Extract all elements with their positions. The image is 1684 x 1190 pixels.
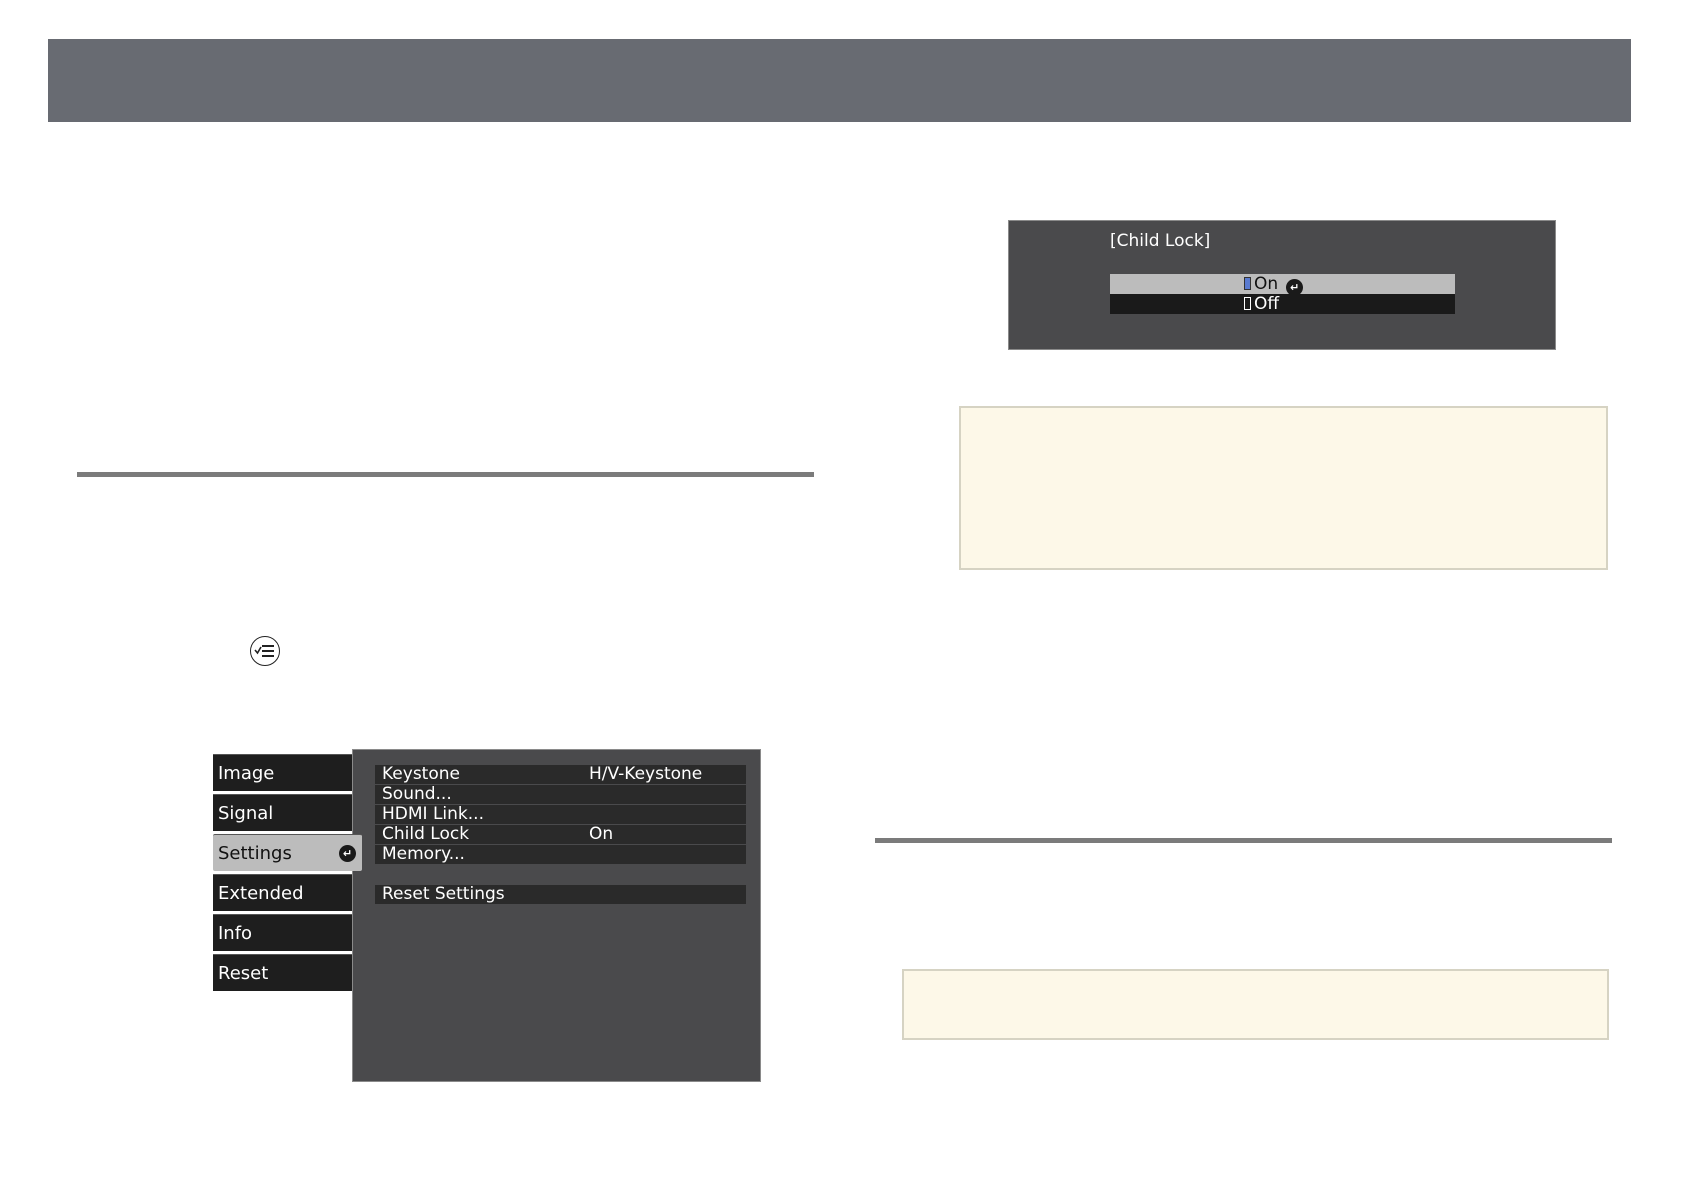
- option-label: On: [1254, 274, 1279, 294]
- tab-label: Image: [218, 763, 275, 784]
- menu-item-label: Child Lock: [382, 824, 470, 844]
- tab-label: Signal: [218, 803, 274, 824]
- menu-item-reset-settings[interactable]: Reset Settings: [375, 885, 746, 904]
- tab-label: Info: [218, 923, 253, 944]
- radio-selected-icon: [1244, 277, 1251, 290]
- tab-label: Settings: [218, 843, 292, 864]
- radio-unselected-icon: [1244, 297, 1251, 310]
- menu-item-memory[interactable]: Memory...: [375, 845, 746, 864]
- menu-item-hdmi-link[interactable]: HDMI Link...: [375, 805, 746, 824]
- tab-image[interactable]: Image: [213, 754, 352, 791]
- note-box: [902, 969, 1609, 1040]
- menu-item-keystone[interactable]: Keystone H/V-Keystone: [375, 765, 746, 784]
- menu-item-label: Sound...: [382, 784, 452, 804]
- header-bar: [48, 39, 1631, 122]
- enter-icon: ↵: [339, 845, 356, 862]
- menu-item-label: Reset Settings: [382, 884, 505, 904]
- menu-item-label: HDMI Link...: [382, 804, 484, 824]
- menu-item-value: On: [589, 824, 614, 844]
- child-lock-dialog: [Child Lock] On ↵ Off: [1008, 220, 1556, 350]
- dialog-title: [Child Lock]: [1110, 231, 1211, 251]
- tab-settings[interactable]: Settings ↵: [213, 834, 362, 871]
- option-off[interactable]: Off: [1110, 294, 1455, 314]
- tab-label: Extended: [218, 883, 304, 904]
- menu-item-label: Keystone: [382, 764, 460, 784]
- projector-settings-menu: Keystone H/V-Keystone Sound... HDMI Link…: [213, 749, 761, 1082]
- section-divider: [875, 838, 1612, 843]
- tab-signal[interactable]: Signal: [213, 794, 352, 831]
- section-divider: [77, 472, 814, 477]
- tab-label: Reset: [218, 963, 269, 984]
- menu-item-value: H/V-Keystone: [589, 764, 703, 784]
- menu-item-child-lock[interactable]: Child Lock On: [375, 825, 746, 844]
- tab-info[interactable]: Info: [213, 914, 352, 951]
- menu-item-sound[interactable]: Sound...: [375, 785, 746, 804]
- option-on[interactable]: On ↵: [1110, 274, 1455, 296]
- note-box: [959, 406, 1608, 570]
- tab-reset[interactable]: Reset: [213, 954, 352, 991]
- menu-button-icon: [250, 636, 280, 666]
- settings-panel: Keystone H/V-Keystone Sound... HDMI Link…: [352, 749, 761, 1082]
- tab-extended[interactable]: Extended: [213, 874, 352, 911]
- menu-item-label: Memory...: [382, 844, 465, 864]
- option-label: Off: [1254, 294, 1280, 314]
